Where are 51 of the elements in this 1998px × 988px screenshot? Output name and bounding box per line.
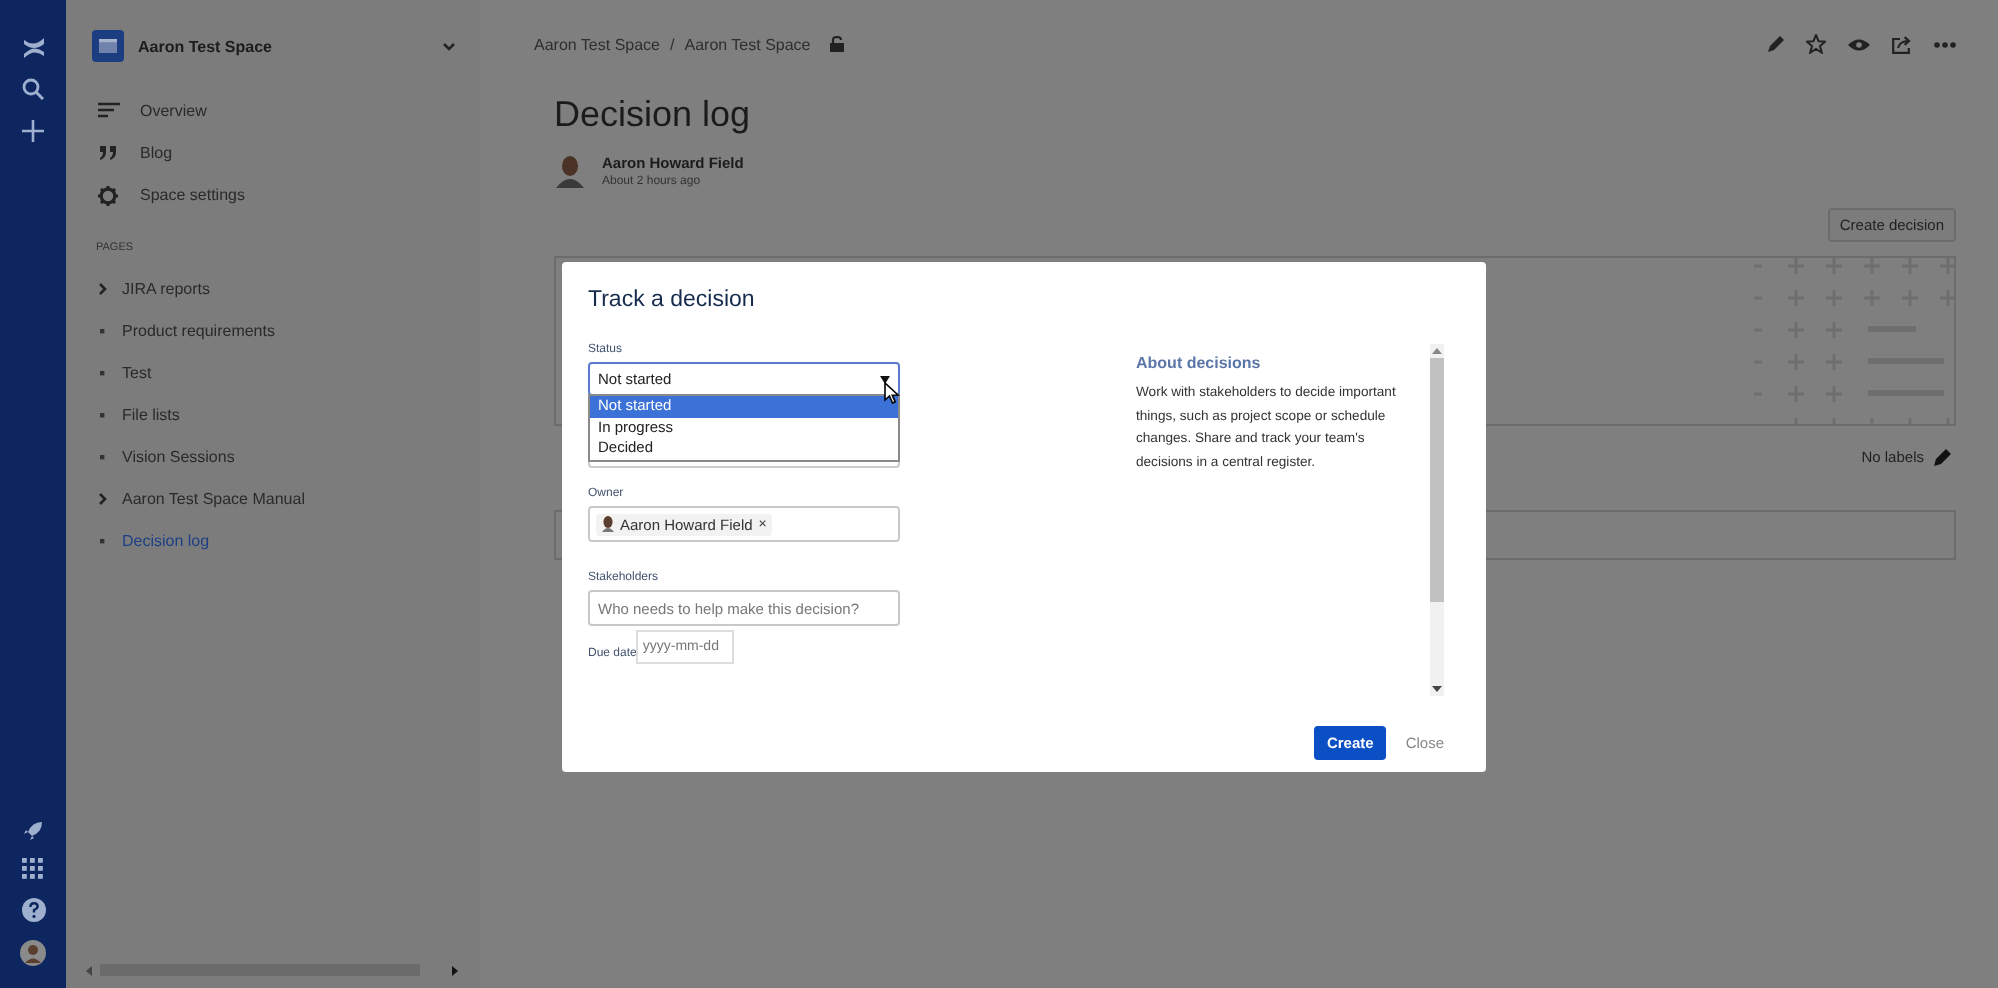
- sidebar-link[interactable]: Space settings: [92, 174, 480, 216]
- help-icon[interactable]: [21, 898, 45, 922]
- avatar-icon: [554, 154, 586, 188]
- sidebar-link[interactable]: Overview: [92, 90, 480, 132]
- search-icon[interactable]: [22, 78, 44, 100]
- apps-grid-icon[interactable]: [22, 858, 44, 880]
- plus-icon[interactable]: [22, 120, 44, 142]
- avatar-icon: [602, 516, 614, 532]
- scroll-up-icon[interactable]: [1431, 348, 1442, 354]
- scroll-down-icon[interactable]: [1431, 686, 1442, 692]
- pencil-icon[interactable]: [1934, 448, 1952, 466]
- page-title: Decision log: [554, 94, 753, 136]
- space-icon: [92, 30, 124, 62]
- lines-icon: [98, 101, 120, 121]
- rocket-icon[interactable]: [23, 820, 43, 840]
- avatar-icon[interactable]: [20, 940, 46, 966]
- bullet-icon: [98, 408, 108, 422]
- breadcrumb-link[interactable]: Aaron Test Space: [684, 35, 811, 53]
- bullet-icon: [98, 366, 108, 380]
- breadcrumb-separator: /: [670, 35, 675, 53]
- about-heading: About decisions: [1136, 354, 1263, 372]
- sidebar-link[interactable]: Blog: [92, 132, 480, 174]
- chevron-down-icon[interactable]: [442, 41, 456, 51]
- star-icon[interactable]: [1806, 34, 1826, 54]
- scroll-right-icon[interactable]: [452, 965, 460, 975]
- page-tree-item[interactable]: Product requirements: [92, 310, 480, 352]
- page-tree-item[interactable]: Aaron Test Space Manual: [92, 478, 480, 520]
- eye-icon[interactable]: [1848, 37, 1870, 51]
- bullet-icon: [98, 324, 108, 338]
- page-tree-item[interactable]: Decision log: [92, 520, 480, 562]
- scrollbar-thumb[interactable]: [1429, 358, 1444, 602]
- dialog-title: Track a decision: [588, 288, 757, 316]
- bullet-icon: [98, 534, 108, 548]
- logo-icon[interactable]: [21, 34, 45, 58]
- chevron-right-icon: [98, 282, 108, 296]
- bullet-icon: [98, 450, 108, 464]
- breadcrumb-link[interactable]: Aaron Test Space: [534, 35, 661, 53]
- chevron-right-icon: [98, 492, 108, 506]
- gear-icon: [98, 185, 120, 205]
- page-tree-item[interactable]: Vision Sessions: [92, 436, 480, 478]
- page-tree-item[interactable]: Test: [92, 352, 480, 394]
- caret-down-icon: [880, 375, 890, 383]
- pencil-icon[interactable]: [1768, 36, 1784, 52]
- scroll-left-icon[interactable]: [86, 965, 94, 975]
- quote-icon: [98, 143, 120, 163]
- page-tree-item[interactable]: JIRA reports: [92, 268, 480, 310]
- space-name[interactable]: Aaron Test Space: [138, 37, 442, 55]
- padlock-icon: [830, 36, 845, 52]
- page-tree-item[interactable]: File lists: [92, 394, 480, 436]
- share-icon[interactable]: [1892, 35, 1912, 53]
- more-icon[interactable]: [1934, 41, 1956, 47]
